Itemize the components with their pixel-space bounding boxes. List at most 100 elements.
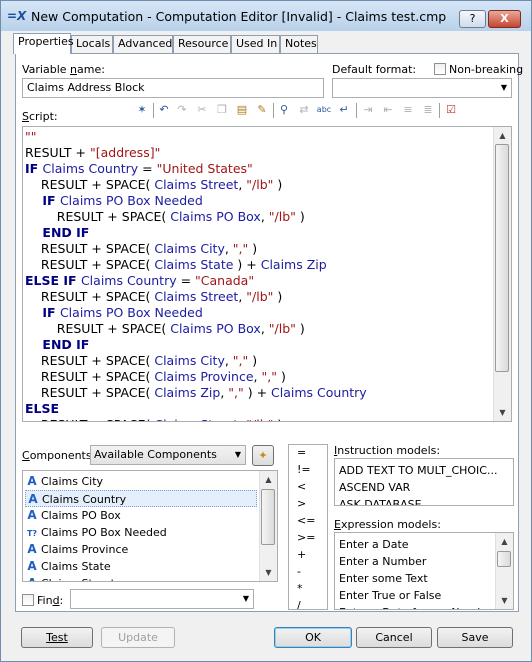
operator-item[interactable]: >= bbox=[297, 530, 315, 546]
scroll-thumb[interactable] bbox=[495, 144, 509, 372]
tab-advanced[interactable]: Advanced bbox=[113, 35, 173, 53]
expression-model-item[interactable]: Enter some Text bbox=[339, 570, 428, 587]
instruction-model-item[interactable]: ADD TEXT TO MULT_CHOIC... bbox=[339, 462, 497, 479]
indent-icon[interactable]: ⇥ bbox=[360, 102, 376, 118]
undo-icon[interactable]: ↶ bbox=[156, 102, 172, 118]
component-item[interactable]: A Claims Province bbox=[25, 541, 257, 558]
operator-item[interactable]: = bbox=[297, 445, 306, 461]
test-button[interactable]: Test bbox=[21, 627, 93, 648]
operator-item[interactable]: / bbox=[297, 598, 301, 609]
script-line[interactable]: IF Claims PO Box Needed bbox=[25, 305, 202, 321]
component-item[interactable]: A Claims State bbox=[25, 558, 257, 575]
script-line[interactable]: RESULT + SPACE( Claims Province, "," ) bbox=[25, 369, 286, 385]
operator-item[interactable]: != bbox=[297, 462, 311, 478]
operator-item[interactable]: * bbox=[297, 581, 303, 597]
wrap-icon[interactable]: ↵ bbox=[336, 102, 352, 118]
scroll-down-icon[interactable]: ▼ bbox=[260, 564, 277, 581]
scroll-up-icon[interactable]: ▲ bbox=[496, 533, 513, 550]
script-line[interactable]: RESULT + SPACE( Claims Street, "/lb" ) bbox=[25, 289, 282, 305]
scroll-up-icon[interactable]: ▲ bbox=[260, 471, 277, 488]
script-line[interactable]: END IF bbox=[25, 225, 89, 241]
wand-icon[interactable]: ✶ bbox=[134, 102, 150, 118]
new-component-button[interactable]: ✦ bbox=[252, 445, 274, 466]
script-line[interactable]: RESULT + SPACE( Claims Street, "/lb" ) bbox=[25, 177, 282, 193]
script-line[interactable]: RESULT + SPACE( Claims City, "," ) bbox=[25, 241, 257, 257]
paste-icon[interactable]: ▤ bbox=[234, 102, 250, 118]
expression-models-scrollbar[interactable]: ▲ ▼ bbox=[495, 533, 513, 609]
outdent-icon[interactable]: ⇤ bbox=[380, 102, 396, 118]
script-line[interactable]: RESULT + SPACE( Claims State ) + Claims … bbox=[25, 257, 327, 273]
cut-icon[interactable]: ✂ bbox=[194, 102, 210, 118]
title-bar[interactable]: =X New Computation - Computation Editor … bbox=[1, 1, 531, 31]
paste-special-icon[interactable]: ✎ bbox=[254, 102, 270, 118]
tab-used-in[interactable]: Used In bbox=[231, 35, 280, 53]
redo-icon[interactable]: ↷ bbox=[174, 102, 190, 118]
variable-name-input[interactable]: Claims Address Block bbox=[22, 78, 324, 98]
expression-model-item[interactable]: Enter a Date from a Number bbox=[339, 604, 496, 609]
components-list[interactable]: A Claims City A Claims Country A Claims PO Bo… bbox=[22, 470, 278, 582]
operators-list[interactable]: = != < > <= >= + - * / bbox=[288, 444, 328, 610]
component-item[interactable]: A Claims Country bbox=[25, 490, 257, 507]
component-item[interactable]: T? Claims PO Box Needed bbox=[25, 524, 257, 541]
script-line[interactable]: RESULT + SPACE( Claims City, "," ) bbox=[25, 353, 257, 369]
script-editor[interactable]: "" RESULT + "[address]" IF Claims Country … bbox=[22, 126, 512, 422]
expression-model-item[interactable]: Enter a Number bbox=[339, 553, 426, 570]
script-line[interactable]: END IF bbox=[25, 337, 89, 353]
script-line[interactable]: IF Claims Country = "United States" bbox=[25, 161, 253, 177]
tab-properties[interactable]: Properties bbox=[13, 33, 74, 54]
expression-model-item[interactable]: Enter a Date bbox=[339, 536, 409, 553]
default-format-select[interactable]: ▼ bbox=[332, 78, 512, 98]
script-line[interactable]: RESULT + SPACE( Claims Street, "/lb" ) bbox=[25, 417, 282, 421]
script-line[interactable]: RESULT + SPACE( Claims PO Box, "/lb" ) bbox=[25, 321, 305, 337]
script-line[interactable]: RESULT + SPACE( Claims Zip, "," ) + Clai… bbox=[25, 385, 367, 401]
component-item[interactable]: A Claims City bbox=[25, 473, 257, 490]
operator-item[interactable]: < bbox=[297, 479, 306, 495]
tab-locals[interactable]: Locals bbox=[71, 35, 113, 53]
tab-resource[interactable]: Resource bbox=[173, 35, 231, 53]
script-line[interactable]: RESULT + SPACE( Claims PO Box, "/lb" ) bbox=[25, 209, 305, 225]
scroll-down-icon[interactable]: ▼ bbox=[496, 592, 513, 609]
ok-button[interactable]: OK bbox=[274, 627, 352, 648]
instruction-model-item[interactable]: ASCEND VAR bbox=[339, 479, 410, 496]
components-scrollbar[interactable]: ▲ ▼ bbox=[259, 471, 277, 581]
comment-icon[interactable]: ≡ bbox=[400, 102, 416, 118]
scroll-thumb[interactable] bbox=[497, 551, 511, 567]
scroll-up-icon[interactable]: ▲ bbox=[494, 127, 511, 144]
instruction-model-item[interactable]: ASK DATABASE bbox=[339, 496, 422, 505]
operator-item[interactable]: - bbox=[297, 564, 301, 580]
scroll-thumb[interactable] bbox=[261, 489, 275, 545]
scroll-down-icon[interactable]: ▼ bbox=[494, 404, 511, 421]
script-line[interactable]: "" bbox=[25, 129, 37, 145]
expression-model-item[interactable]: Enter True or False bbox=[339, 587, 441, 604]
component-item[interactable]: A Claims PO Box bbox=[25, 507, 257, 524]
cancel-button[interactable]: Cancel bbox=[356, 627, 432, 648]
expression-models-list[interactable]: Enter a Date Enter a Number Enter some Tex… bbox=[334, 532, 514, 610]
operator-item[interactable]: > bbox=[297, 496, 306, 512]
component-item[interactable]: AClaims Street bbox=[25, 575, 257, 581]
script-line[interactable]: RESULT + "[address]" bbox=[25, 145, 160, 161]
verify-icon[interactable]: ☑ bbox=[443, 102, 459, 118]
operator-item[interactable]: + bbox=[297, 547, 306, 563]
script-line[interactable]: IF Claims PO Box Needed bbox=[25, 193, 202, 209]
non-breaking-checkbox[interactable] bbox=[434, 63, 446, 75]
find-icon[interactable]: ⚲ bbox=[276, 102, 292, 118]
script-line[interactable]: ELSE IF Claims Country = "Canada" bbox=[25, 273, 254, 289]
find-checkbox[interactable] bbox=[22, 594, 34, 606]
components-source-select[interactable]: Available Components ▼ bbox=[90, 445, 246, 465]
close-button[interactable]: X bbox=[488, 10, 521, 28]
tab-notes[interactable]: Notes bbox=[280, 35, 318, 53]
help-button[interactable]: ? bbox=[459, 10, 486, 28]
script-scrollbar[interactable]: ▲ ▼ bbox=[493, 127, 511, 421]
spell-check-icon[interactable]: abc bbox=[316, 102, 332, 118]
update-button[interactable]: Update bbox=[101, 627, 175, 648]
instruction-models-list[interactable]: ADD TEXT TO MULT_CHOIC... ASCEND VAR ASK D… bbox=[334, 458, 514, 506]
save-button[interactable]: Save bbox=[437, 627, 513, 648]
operator-item[interactable]: <= bbox=[297, 513, 315, 529]
find-input[interactable]: ▼ bbox=[70, 589, 254, 609]
script-line[interactable]: ELSE bbox=[25, 401, 59, 417]
script-text[interactable]: "" RESULT + "[address]" IF Claims Country … bbox=[25, 127, 495, 421]
uncomment-icon[interactable]: ≣ bbox=[420, 102, 436, 118]
copy-icon[interactable]: ❐ bbox=[214, 102, 230, 118]
replace-icon[interactable]: ⇄ bbox=[296, 102, 312, 118]
script-token: ) bbox=[276, 369, 286, 384]
